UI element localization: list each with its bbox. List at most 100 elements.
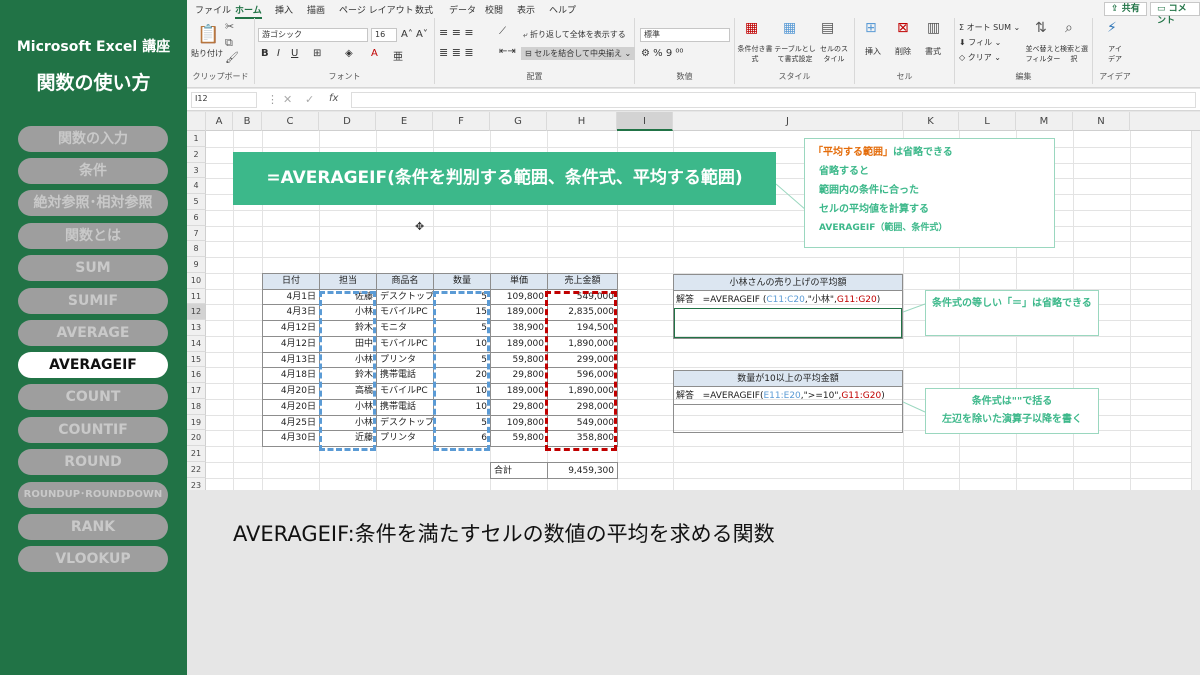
column-header[interactable]: L xyxy=(959,112,1016,131)
align-left-icon[interactable]: ≣ ≣ ≣ xyxy=(439,46,474,59)
font-size-select[interactable]: 16 xyxy=(371,28,397,42)
insert-function-icon[interactable]: fx xyxy=(329,93,338,104)
row-header[interactable]: 16 xyxy=(187,367,206,383)
tab-3[interactable]: 描画 xyxy=(307,3,325,16)
ideas-button[interactable]: アイデア xyxy=(1105,44,1125,64)
row-header[interactable]: 4 xyxy=(187,178,206,194)
table-header-cell[interactable]: 数量 xyxy=(433,272,491,290)
sidebar-item-4[interactable]: SUM xyxy=(18,255,168,281)
row-header[interactable]: 1 xyxy=(187,131,206,147)
font-grow-icon[interactable]: A˄ A˅ xyxy=(401,29,428,40)
number-format-select[interactable]: 標準 xyxy=(640,28,730,42)
vertical-scrollbar[interactable] xyxy=(1191,131,1200,490)
paste-icon[interactable]: 📋 xyxy=(197,24,219,45)
table-cell[interactable]: 109,800 xyxy=(490,288,548,306)
row-header[interactable]: 7 xyxy=(187,225,206,242)
delete-cells-button[interactable]: 削除 xyxy=(895,46,911,57)
enter-icon[interactable]: ✓ xyxy=(305,93,314,106)
format-painter-icon[interactable]: 🖌 xyxy=(225,51,239,64)
column-header[interactable]: H xyxy=(547,112,617,131)
paste-button[interactable]: 貼り付け xyxy=(191,48,223,59)
row-header[interactable]: 23 xyxy=(187,477,206,490)
table-cell[interactable]: プリンタ xyxy=(376,430,434,447)
delete-cells-icon[interactable]: ⊠ xyxy=(897,20,909,36)
selected-cell-i12[interactable] xyxy=(674,308,902,338)
merge-center-button[interactable]: ⊟ セルを結合して中央揃え ⌄ xyxy=(521,47,636,60)
table-cell[interactable]: 189,000 xyxy=(490,335,548,353)
find-select-icon[interactable]: ⌕ xyxy=(1065,20,1073,36)
sidebar-item-8[interactable]: COUNT xyxy=(18,384,168,410)
share-button[interactable]: ⇪ 共有 xyxy=(1104,2,1147,16)
table-cell[interactable]: 4月3日 xyxy=(262,304,320,321)
column-header[interactable]: I xyxy=(617,112,673,131)
row-header[interactable]: 9 xyxy=(187,257,206,273)
row-header[interactable]: 17 xyxy=(187,383,206,399)
sidebar-item-3[interactable]: 関数とは xyxy=(18,223,168,249)
sidebar-item-11[interactable]: ROUNDUP･ROUNDDOWN xyxy=(18,482,168,508)
select-all-corner[interactable] xyxy=(187,112,206,131)
conditional-format-icon[interactable]: ▦ xyxy=(745,20,758,36)
table-cell[interactable]: 4月12日 xyxy=(262,335,320,353)
border-icon[interactable]: ⊞ xyxy=(313,48,321,59)
row-header[interactable]: 15 xyxy=(187,351,206,368)
autosum-button[interactable]: Σ オート SUM ⌄ xyxy=(959,22,1020,33)
row-header[interactable]: 10 xyxy=(187,272,206,289)
table-cell[interactable]: プリンタ xyxy=(376,351,434,369)
table-cell[interactable]: 189,000 xyxy=(490,304,548,321)
table-cell[interactable]: 4月18日 xyxy=(262,367,320,384)
sidebar-item-6[interactable]: AVERAGE xyxy=(18,320,168,346)
table-cell[interactable]: モニタ xyxy=(376,320,434,337)
table-cell[interactable]: 38,900 xyxy=(490,320,548,337)
row-header[interactable]: 5 xyxy=(187,194,206,210)
align-top-icon[interactable]: ≡ ≡ ≡ xyxy=(439,26,474,39)
table-cell[interactable]: 29,800 xyxy=(490,398,548,416)
column-header[interactable]: F xyxy=(433,112,490,131)
format-table-button[interactable]: テーブルとして書式設定 xyxy=(773,44,817,64)
answer-box-2-formula[interactable]: 解答 =AVERAGEIF(E11:E20,">=10",G11:G20) xyxy=(676,388,885,404)
underline-button[interactable]: U xyxy=(291,48,298,59)
column-header[interactable]: D xyxy=(319,112,376,131)
table-cell[interactable]: 4月13日 xyxy=(262,351,320,369)
row-header[interactable]: 3 xyxy=(187,162,206,179)
sidebar-item-5[interactable]: SUMIF xyxy=(18,288,168,314)
table-cell[interactable]: 4月12日 xyxy=(262,320,320,337)
table-cell[interactable]: 189,000 xyxy=(490,383,548,400)
font-color-icon[interactable]: A xyxy=(371,48,378,59)
column-header[interactable]: M xyxy=(1016,112,1073,131)
sidebar-item-2[interactable]: 絶対参照･相対参照 xyxy=(18,190,168,216)
total-value[interactable]: 9,459,300 xyxy=(547,461,618,479)
clear-button[interactable]: ◇ クリア ⌄ xyxy=(959,52,1001,63)
tab-1[interactable]: ホーム xyxy=(235,3,262,19)
copy-icon[interactable]: ⧉ xyxy=(225,36,233,50)
table-cell[interactable]: 4月1日 xyxy=(262,288,320,306)
insert-cells-icon[interactable]: ⊞ xyxy=(865,20,877,36)
row-header[interactable]: 11 xyxy=(187,288,206,305)
format-table-icon[interactable]: ▦ xyxy=(783,20,796,36)
sort-filter-icon[interactable]: ⇅ xyxy=(1035,20,1047,36)
table-cell[interactable]: 4月25日 xyxy=(262,414,320,432)
row-header[interactable]: 19 xyxy=(187,414,206,431)
sidebar-item-0[interactable]: 関数の入力 xyxy=(18,126,168,152)
comment-button[interactable]: ▭ コメント xyxy=(1150,2,1200,26)
column-header[interactable]: B xyxy=(233,112,262,131)
sidebar-item-12[interactable]: RANK xyxy=(18,514,168,540)
format-cells-icon[interactable]: ▥ xyxy=(927,20,940,36)
column-header[interactable]: A xyxy=(206,112,233,131)
tab-0[interactable]: ファイル xyxy=(195,3,231,16)
row-header[interactable]: 13 xyxy=(187,320,206,336)
total-label[interactable]: 合計 xyxy=(490,461,548,479)
tab-4[interactable]: ページ レイアウト xyxy=(339,3,414,16)
fill-color-icon[interactable]: ◈ xyxy=(345,48,353,59)
conditional-format-button[interactable]: 条件付き書式 xyxy=(737,44,773,64)
fill-button[interactable]: ⬇ フィル ⌄ xyxy=(959,37,1001,48)
tab-5[interactable]: 数式 xyxy=(415,3,433,16)
table-cell[interactable]: 59,800 xyxy=(490,351,548,369)
phonetic-icon[interactable]: 亜 xyxy=(393,48,403,63)
column-header[interactable]: G xyxy=(490,112,547,131)
orientation-icon[interactable]: ⟋ xyxy=(499,26,506,37)
tab-6[interactable]: データ xyxy=(449,3,476,16)
row-header[interactable]: 20 xyxy=(187,430,206,446)
tab-7[interactable]: 校閲 xyxy=(485,3,503,16)
table-cell[interactable]: モバイルPC xyxy=(376,335,434,353)
cell-style-icon[interactable]: ▤ xyxy=(821,20,834,36)
